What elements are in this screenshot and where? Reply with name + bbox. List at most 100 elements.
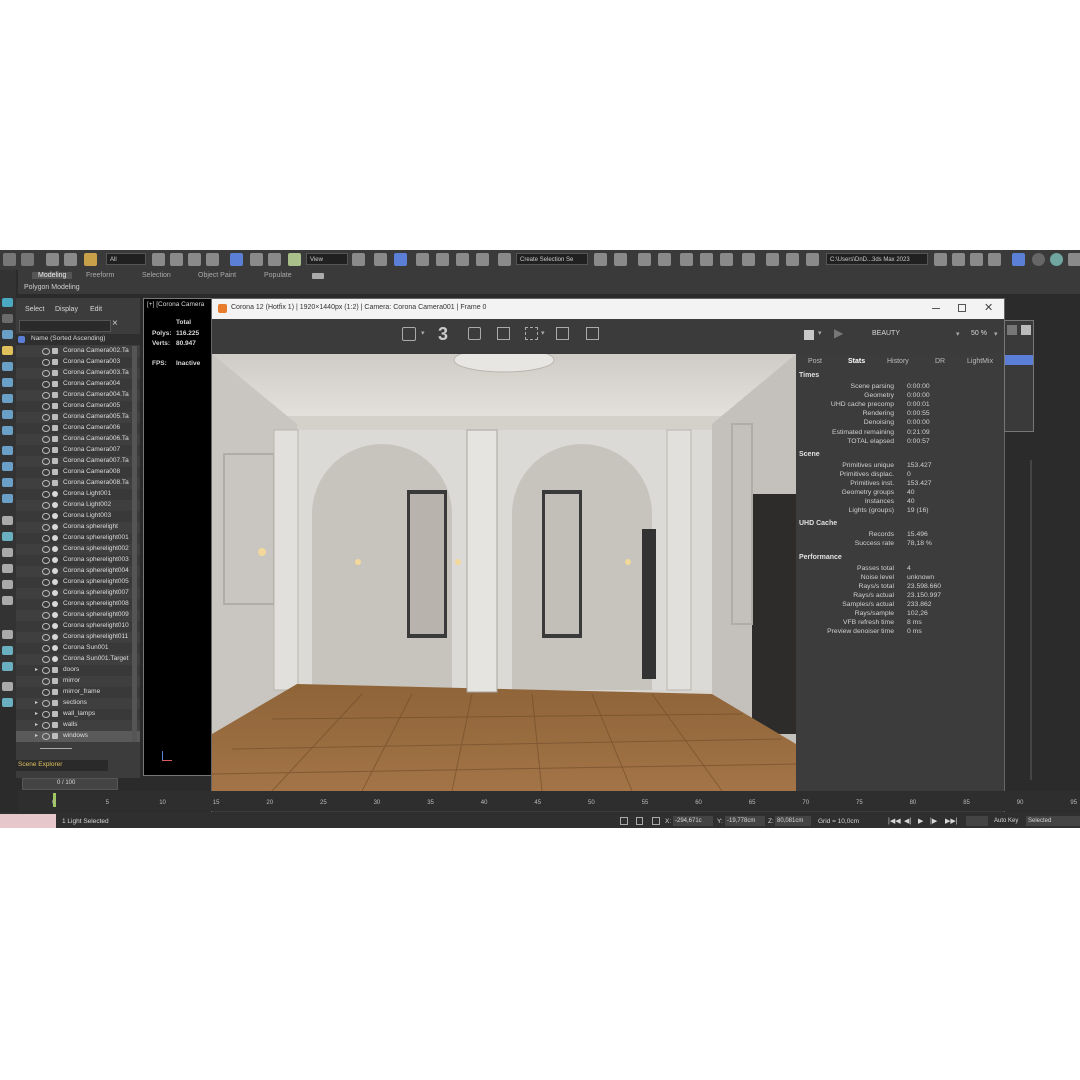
unlink-icon[interactable] bbox=[64, 253, 77, 266]
goto-start-icon[interactable]: |◀◀ bbox=[888, 817, 901, 825]
tab-selection[interactable]: Selection bbox=[142, 272, 171, 279]
auto-key-button[interactable]: Auto Key bbox=[994, 818, 1018, 824]
viewport-label[interactable]: [+] [Corona Camera bbox=[147, 301, 204, 308]
list-item[interactable]: Corona Camera003 bbox=[16, 357, 140, 368]
menu-edit[interactable]: Edit bbox=[90, 306, 102, 313]
geometry-icon[interactable] bbox=[2, 330, 13, 339]
isolate-icon[interactable] bbox=[620, 817, 628, 825]
expand-arrow-icon[interactable]: ▸ bbox=[35, 721, 38, 728]
list-item[interactable]: ▸ walls bbox=[16, 720, 140, 731]
project-folder-icon[interactable] bbox=[988, 253, 1001, 266]
set-project-icon[interactable] bbox=[934, 253, 947, 266]
visibility-eye-icon[interactable] bbox=[42, 458, 50, 465]
undo-icon[interactable] bbox=[3, 253, 16, 266]
x-coord-field[interactable]: -294,671c bbox=[673, 816, 713, 826]
camera-viewport[interactable]: [+] [Corona Camera Total Polys: 116.225 … bbox=[143, 298, 215, 776]
create-icon[interactable] bbox=[2, 314, 13, 323]
material-editor-icon[interactable] bbox=[742, 253, 755, 266]
zoom-level[interactable]: 50 % bbox=[971, 330, 987, 337]
project-path-dropdown[interactable]: C:\Users\DnD...3ds Max 2023 bbox=[826, 253, 928, 265]
list-item[interactable]: Corona spherelight007 bbox=[16, 588, 140, 599]
open-file-icon[interactable] bbox=[952, 253, 965, 266]
render-setup-icon[interactable] bbox=[766, 253, 779, 266]
list-item[interactable]: Corona Sun001.Target bbox=[16, 654, 140, 665]
visibility-eye-icon[interactable] bbox=[42, 590, 50, 597]
help-icon[interactable] bbox=[2, 596, 13, 605]
bind-spacewarp-icon[interactable] bbox=[84, 253, 97, 266]
select-tool-icon[interactable] bbox=[2, 298, 13, 307]
visibility-eye-icon[interactable] bbox=[42, 436, 50, 443]
tab-dr[interactable]: DR bbox=[935, 358, 945, 365]
group-icon[interactable] bbox=[2, 580, 13, 589]
layer-icon[interactable] bbox=[2, 532, 13, 541]
list-scrollbar[interactable] bbox=[132, 346, 137, 742]
percent-snap-icon[interactable] bbox=[456, 253, 469, 266]
visibility-eye-icon[interactable] bbox=[42, 535, 50, 542]
layer-explorer-icon[interactable] bbox=[658, 253, 671, 266]
current-frame-field[interactable] bbox=[966, 816, 988, 826]
link-icon[interactable] bbox=[46, 253, 59, 266]
schematic-view-icon[interactable] bbox=[720, 253, 733, 266]
placement-icon[interactable] bbox=[288, 253, 301, 266]
visibility-eye-icon[interactable] bbox=[42, 524, 50, 531]
maxscript-listener-mini[interactable] bbox=[0, 814, 56, 828]
visibility-eye-icon[interactable] bbox=[42, 634, 50, 641]
list-item[interactable]: Corona Light002 bbox=[16, 500, 140, 511]
tab-object-paint[interactable]: Object Paint bbox=[198, 272, 236, 279]
region-dropdown-icon[interactable]: ▾ bbox=[541, 329, 545, 337]
pivot-center-icon[interactable] bbox=[352, 253, 365, 266]
visibility-eye-icon[interactable] bbox=[42, 568, 50, 575]
list-item[interactable]: mirror_frame bbox=[16, 687, 140, 698]
visibility-eye-icon[interactable] bbox=[42, 370, 50, 377]
ribbon-toggle-icon[interactable] bbox=[680, 253, 693, 266]
sync-icon[interactable] bbox=[2, 646, 13, 655]
close-icon[interactable]: × bbox=[112, 318, 118, 329]
next-frame-icon[interactable]: |▶ bbox=[930, 817, 937, 825]
shapes-icon[interactable] bbox=[2, 346, 13, 355]
list-item[interactable]: Corona spherelight010 bbox=[16, 621, 140, 632]
list-item[interactable]: ▸ windows bbox=[16, 731, 140, 742]
menu-select[interactable]: Select bbox=[25, 306, 44, 313]
systems-icon[interactable] bbox=[2, 426, 13, 435]
clear-icon[interactable] bbox=[497, 327, 510, 340]
list-item[interactable]: mirror bbox=[16, 676, 140, 687]
visibility-eye-icon[interactable] bbox=[42, 623, 50, 630]
list-item[interactable]: Corona Camera004.Ta bbox=[16, 390, 140, 401]
minimize-icon[interactable] bbox=[932, 308, 940, 309]
visibility-eye-icon[interactable] bbox=[42, 700, 50, 707]
align-icon[interactable] bbox=[614, 253, 627, 266]
helpers-icon[interactable] bbox=[2, 394, 13, 403]
snaps-toggle-icon[interactable] bbox=[416, 253, 429, 266]
rendered-image[interactable] bbox=[212, 354, 796, 791]
named-selection-dropdown[interactable]: Create Selection Se bbox=[516, 253, 588, 265]
list-item[interactable]: ▸ sections bbox=[16, 698, 140, 709]
channel-select[interactable]: BEAUTY bbox=[872, 330, 900, 337]
command-panel-material-swatch[interactable] bbox=[1021, 325, 1031, 335]
ribbon-options-icon[interactable] bbox=[312, 273, 324, 279]
visibility-eye-icon[interactable] bbox=[42, 678, 50, 685]
workspace-icon[interactable] bbox=[1012, 253, 1025, 266]
sort-icon[interactable] bbox=[2, 630, 13, 639]
display-icon[interactable] bbox=[2, 478, 13, 487]
side-by-side-icon[interactable] bbox=[586, 327, 599, 340]
angle-snap-icon[interactable] bbox=[436, 253, 449, 266]
tab-modeling[interactable]: Modeling bbox=[32, 272, 73, 279]
utilities-icon[interactable] bbox=[2, 494, 13, 503]
redo-icon[interactable] bbox=[21, 253, 34, 266]
cameras-icon[interactable] bbox=[2, 378, 13, 387]
rendered-frame-window-icon[interactable] bbox=[786, 253, 799, 266]
tab-populate[interactable]: Populate bbox=[264, 272, 292, 279]
stop-dropdown-icon[interactable]: ▾ bbox=[818, 329, 822, 337]
tab-history[interactable]: History bbox=[887, 358, 909, 365]
visibility-eye-icon[interactable] bbox=[42, 656, 50, 663]
render-production-icon[interactable] bbox=[806, 253, 819, 266]
timeline[interactable]: 0 5 10 15 20 25 30 35 40 45 50 55 60 65 70 75 80 85 90 95 bbox=[18, 791, 1080, 811]
lights-icon[interactable] bbox=[2, 362, 13, 371]
absolute-mode-icon[interactable] bbox=[652, 817, 660, 825]
maximize-icon[interactable] bbox=[958, 304, 966, 312]
z-coord-field[interactable]: 80,081cm bbox=[775, 816, 811, 826]
selection-region-icon[interactable] bbox=[188, 253, 201, 266]
spacewarps-icon[interactable] bbox=[2, 410, 13, 419]
selection-filter-dropdown[interactable]: All bbox=[106, 253, 146, 265]
rotate-icon[interactable] bbox=[250, 253, 263, 266]
